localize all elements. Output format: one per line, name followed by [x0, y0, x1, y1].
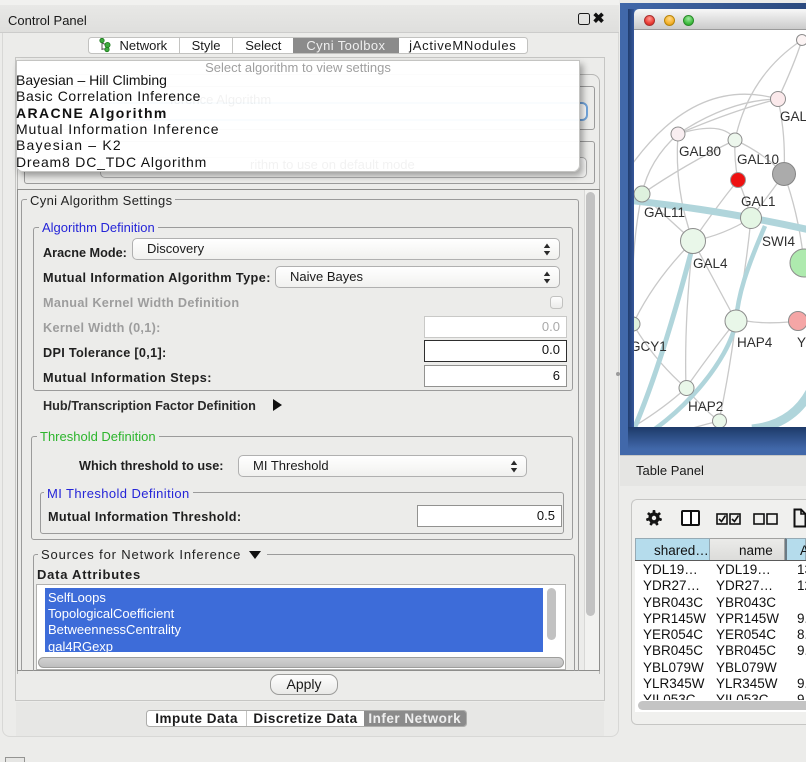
svg-text:GAL11: GAL11 — [644, 205, 685, 220]
svg-text:GAL7: GAL7 — [780, 109, 806, 124]
svg-text:SWI4: SWI4 — [762, 234, 795, 249]
svg-text:GAL10: GAL10 — [737, 152, 779, 167]
svg-text:HAP2: HAP2 — [688, 399, 723, 414]
svg-text:Y: Y — [797, 335, 806, 350]
svg-text:GAL4: GAL4 — [693, 256, 728, 271]
svg-text:GAL1: GAL1 — [741, 194, 776, 209]
svg-text:HAP4: HAP4 — [737, 335, 773, 350]
svg-text:GCY1: GCY1 — [634, 339, 667, 354]
svg-text:GAL80: GAL80 — [679, 144, 721, 159]
